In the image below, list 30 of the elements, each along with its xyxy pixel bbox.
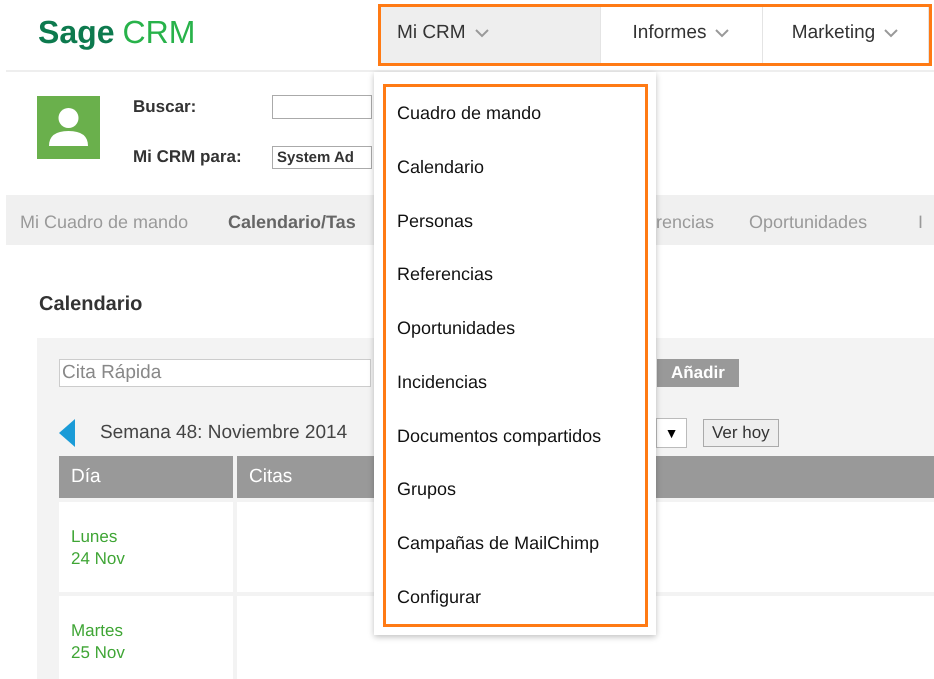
chevron-down-icon <box>474 28 490 38</box>
chevron-down-icon <box>714 28 730 38</box>
user-label: Mi CRM para: <box>133 147 243 168</box>
section-title: Calendario <box>39 293 142 315</box>
search-label: Buscar: <box>133 97 198 118</box>
menu-item[interactable]: Calendario <box>397 140 645 194</box>
user-select[interactable]: System Ad <box>272 146 372 169</box>
today-button[interactable]: Ver hoy <box>703 419 779 447</box>
quick-entry-field[interactable]: Cita Rápida <box>59 359 371 387</box>
tab[interactable]: Calendario/Tas <box>228 212 356 233</box>
view-select[interactable]: ▼ <box>656 418 687 448</box>
previous-arrow-icon[interactable] <box>59 419 75 447</box>
menu-item[interactable]: Cuadro de mando <box>397 87 645 141</box>
logo-text: CRM <box>122 14 196 50</box>
logo-text: Sage <box>38 14 114 50</box>
menu-item[interactable]: Configurar <box>397 570 645 624</box>
week-label: Semana 48: Noviembre 2014 <box>100 422 348 444</box>
menu-item[interactable]: Campañas de MailChimp <box>397 516 645 570</box>
day-date: 25 Nov <box>71 642 126 664</box>
column-header: Día <box>59 456 233 498</box>
day-date: 24 Nov <box>71 548 126 570</box>
search-field[interactable] <box>272 95 372 120</box>
chevron-down-icon <box>883 28 900 38</box>
menu-item[interactable]: Referencias <box>397 248 645 302</box>
menu-item[interactable]: Personas <box>397 194 645 248</box>
menu-item[interactable]: Oportunidades <box>397 302 645 356</box>
menu-item[interactable]: Incidencias <box>397 356 645 410</box>
nav-tab[interactable]: Mi CRM <box>381 7 601 63</box>
day-name: Lunes <box>71 526 118 548</box>
day-name: Martes <box>71 620 124 642</box>
